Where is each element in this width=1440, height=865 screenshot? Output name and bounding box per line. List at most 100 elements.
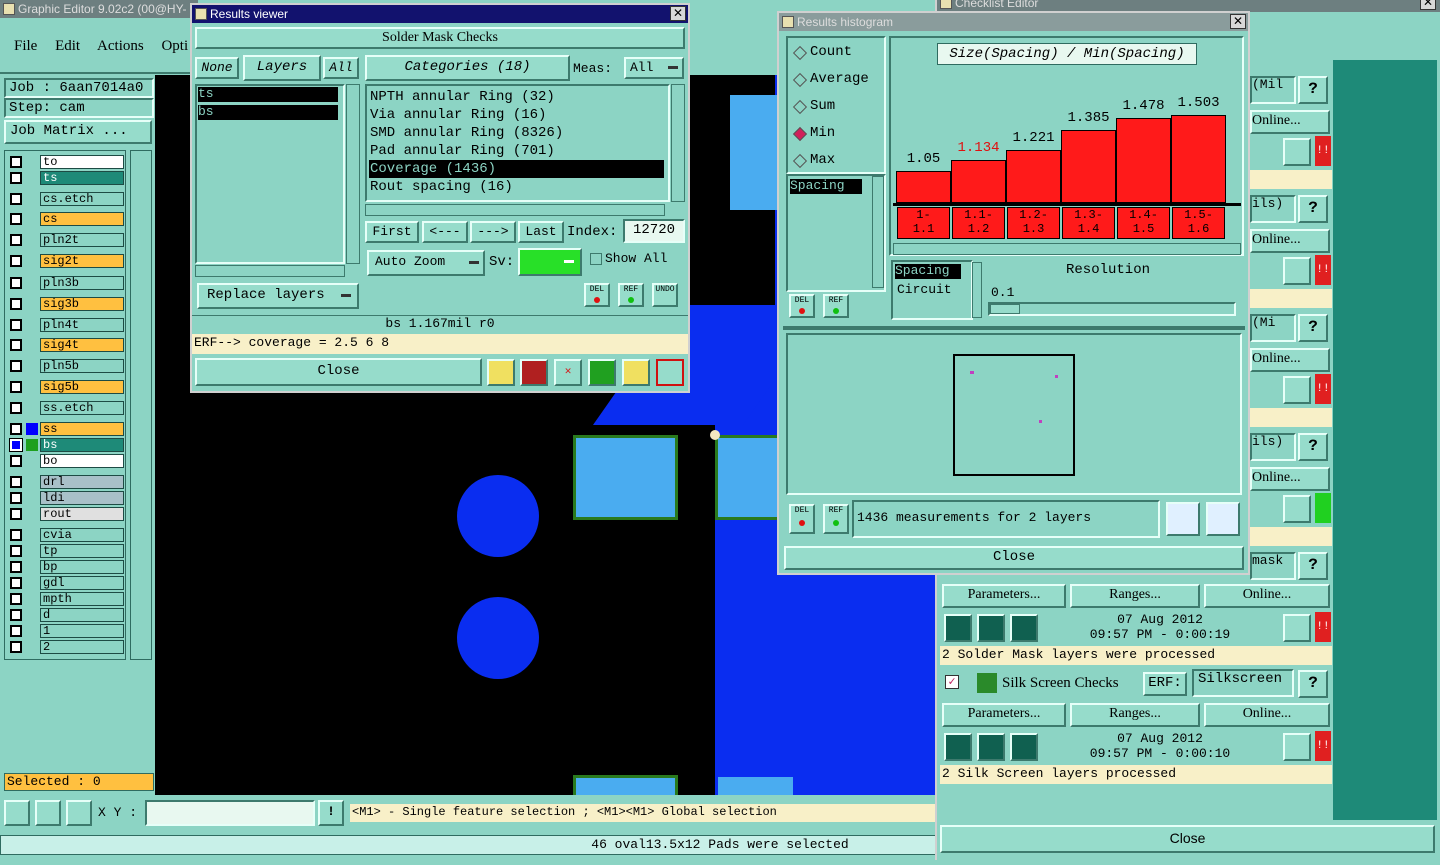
layer-item-ts[interactable]: ts [198, 87, 338, 102]
layer-list-vscroll[interactable] [346, 84, 360, 264]
last-button[interactable]: Last [518, 221, 564, 243]
layer-checkbox-pln3b[interactable] [10, 277, 22, 289]
layer-checkbox-gdl[interactable] [10, 577, 22, 589]
layer-checkbox-1[interactable] [10, 625, 22, 637]
layer-name-sig2t[interactable]: sig2t [40, 254, 124, 268]
layer-checkbox-rout[interactable] [10, 508, 22, 520]
ref-icon[interactable]: REF [618, 283, 644, 307]
parameters-button-1[interactable]: Parameters... [942, 584, 1066, 608]
online-button-1[interactable]: Online... [1204, 584, 1330, 608]
ref-icon[interactable]: REF [823, 294, 849, 318]
layer-checkbox-bp[interactable] [10, 561, 22, 573]
zoom-icon[interactable] [1283, 257, 1311, 285]
layer-name-pln5b[interactable]: pln5b [40, 359, 124, 373]
close-icon[interactable]: ✕ [1230, 14, 1246, 29]
help-button[interactable]: ? [1298, 314, 1328, 342]
layer-name-cs.etch[interactable]: cs.etch [40, 192, 124, 206]
category-hscroll[interactable] [365, 204, 665, 216]
layer-list-hscroll[interactable] [195, 265, 345, 277]
category-item[interactable]: Via annular Ring (16) [369, 106, 664, 124]
results-viewer-close-button[interactable]: Close [195, 358, 482, 386]
online-button-2[interactable]: Online... [1204, 703, 1330, 727]
histogram-bar[interactable] [951, 160, 1006, 203]
spacing-list-vscroll[interactable] [872, 176, 884, 288]
layer-name-tp[interactable]: tp [40, 544, 124, 558]
run-select-icon[interactable] [977, 614, 1005, 642]
histogram-bar[interactable] [1061, 130, 1116, 203]
layer-icon[interactable] [487, 359, 515, 386]
layer-name-ldi[interactable]: ldi [40, 491, 124, 505]
ranges-button-1[interactable]: Ranges... [1070, 584, 1200, 608]
online-button[interactable]: Online... [1250, 467, 1330, 491]
layer-name-to[interactable]: to [40, 155, 124, 169]
parameters-button-2[interactable]: Parameters... [942, 703, 1066, 727]
type-list-vscroll[interactable] [972, 262, 982, 318]
ranges-button-2[interactable]: Ranges... [1070, 703, 1200, 727]
first-button[interactable]: First [365, 221, 419, 243]
layer-name-cs[interactable]: cs [40, 212, 124, 226]
histogram-bin-label[interactable]: 1.2- 1.3 [1007, 207, 1060, 239]
layer-name-d[interactable]: d [40, 608, 124, 622]
layer-name-bp[interactable]: bp [40, 560, 124, 574]
layer-checkbox-sig4t[interactable] [10, 339, 22, 351]
checklist-scrollbar[interactable] [1333, 60, 1437, 820]
erf-button[interactable]: ERF: [1143, 672, 1187, 696]
layer-checkbox-cvia[interactable] [10, 529, 22, 541]
help-button[interactable]: ? [1298, 670, 1328, 698]
layer-checkbox-d[interactable] [10, 609, 22, 621]
undo-icon[interactable]: UNDO [652, 283, 678, 307]
alert-button[interactable]: ! [318, 800, 344, 826]
check-erf-field[interactable]: (Mil [1250, 76, 1296, 104]
next-button[interactable]: ---> [470, 221, 516, 243]
zoom-icon[interactable] [1283, 733, 1311, 761]
resolution-slider[interactable] [988, 302, 1236, 316]
layers-button[interactable]: Layers [243, 55, 321, 81]
layer-item-bs[interactable]: bs [198, 105, 338, 120]
del-icon[interactable]: DEL [789, 504, 815, 534]
layer-checkbox-to[interactable] [10, 156, 22, 168]
check-erf-field[interactable]: mask [1250, 552, 1296, 580]
help-button[interactable]: ? [1298, 76, 1328, 104]
layer-name-sig5b[interactable]: sig5b [40, 380, 124, 394]
category-item[interactable]: SMD annular Ring (8326) [369, 124, 664, 142]
layer-checkbox-drl[interactable] [10, 476, 22, 488]
run-select-icon[interactable] [977, 733, 1005, 761]
online-button[interactable]: Online... [1250, 229, 1330, 253]
category-vscroll[interactable] [671, 84, 685, 202]
layer-name-pln3b[interactable]: pln3b [40, 276, 124, 290]
zoom-out-icon[interactable] [520, 359, 548, 386]
silk-check-checkbox[interactable]: ✓ [945, 675, 959, 689]
xy-input[interactable] [145, 800, 315, 826]
show-all-checkbox[interactable] [590, 253, 602, 265]
del-icon[interactable]: DEL [584, 283, 610, 307]
layer-name-ts[interactable]: ts [40, 171, 124, 185]
report-icon[interactable] [622, 359, 650, 386]
checklist-close-button[interactable]: Close [940, 825, 1435, 853]
menu-file[interactable]: File [14, 38, 37, 54]
histogram-bin-label[interactable]: 1.5- 1.6 [1172, 207, 1225, 239]
zoom-icon[interactable] [1283, 495, 1311, 523]
layer-checkbox-cs.etch[interactable] [10, 193, 22, 205]
menu-actions[interactable]: Actions [97, 38, 144, 54]
layer-checkbox-pln2t[interactable] [10, 234, 22, 246]
histogram-icon[interactable] [656, 359, 684, 386]
layer-name-bo[interactable]: bo [40, 454, 124, 468]
layer-name-bs[interactable]: bs [40, 438, 124, 452]
close-icon[interactable]: ✕ [670, 6, 686, 21]
type-item-spacing[interactable]: Spacing [895, 264, 961, 279]
job-matrix-button[interactable]: Job Matrix ... [4, 120, 152, 144]
help-button[interactable]: ? [1298, 552, 1328, 580]
prev-button[interactable]: <--- [422, 221, 468, 243]
check-erf-field[interactable]: (Mi [1250, 314, 1296, 342]
meas-select[interactable]: All [624, 57, 684, 79]
help-button[interactable]: ? [1298, 195, 1328, 223]
replace-layers-select[interactable]: Replace layers [197, 283, 359, 309]
pan-icon[interactable] [35, 800, 61, 826]
help-button[interactable]: ? [1298, 433, 1328, 461]
histogram-bin-label[interactable]: 1- 1.1 [897, 207, 950, 239]
layer-checkbox-bo[interactable] [10, 455, 22, 467]
histogram-bar[interactable] [1171, 115, 1226, 203]
category-item[interactable]: Pad annular Ring (701) [369, 142, 664, 160]
layer-checkbox-2[interactable] [10, 641, 22, 653]
layer-name-sig4t[interactable]: sig4t [40, 338, 124, 352]
